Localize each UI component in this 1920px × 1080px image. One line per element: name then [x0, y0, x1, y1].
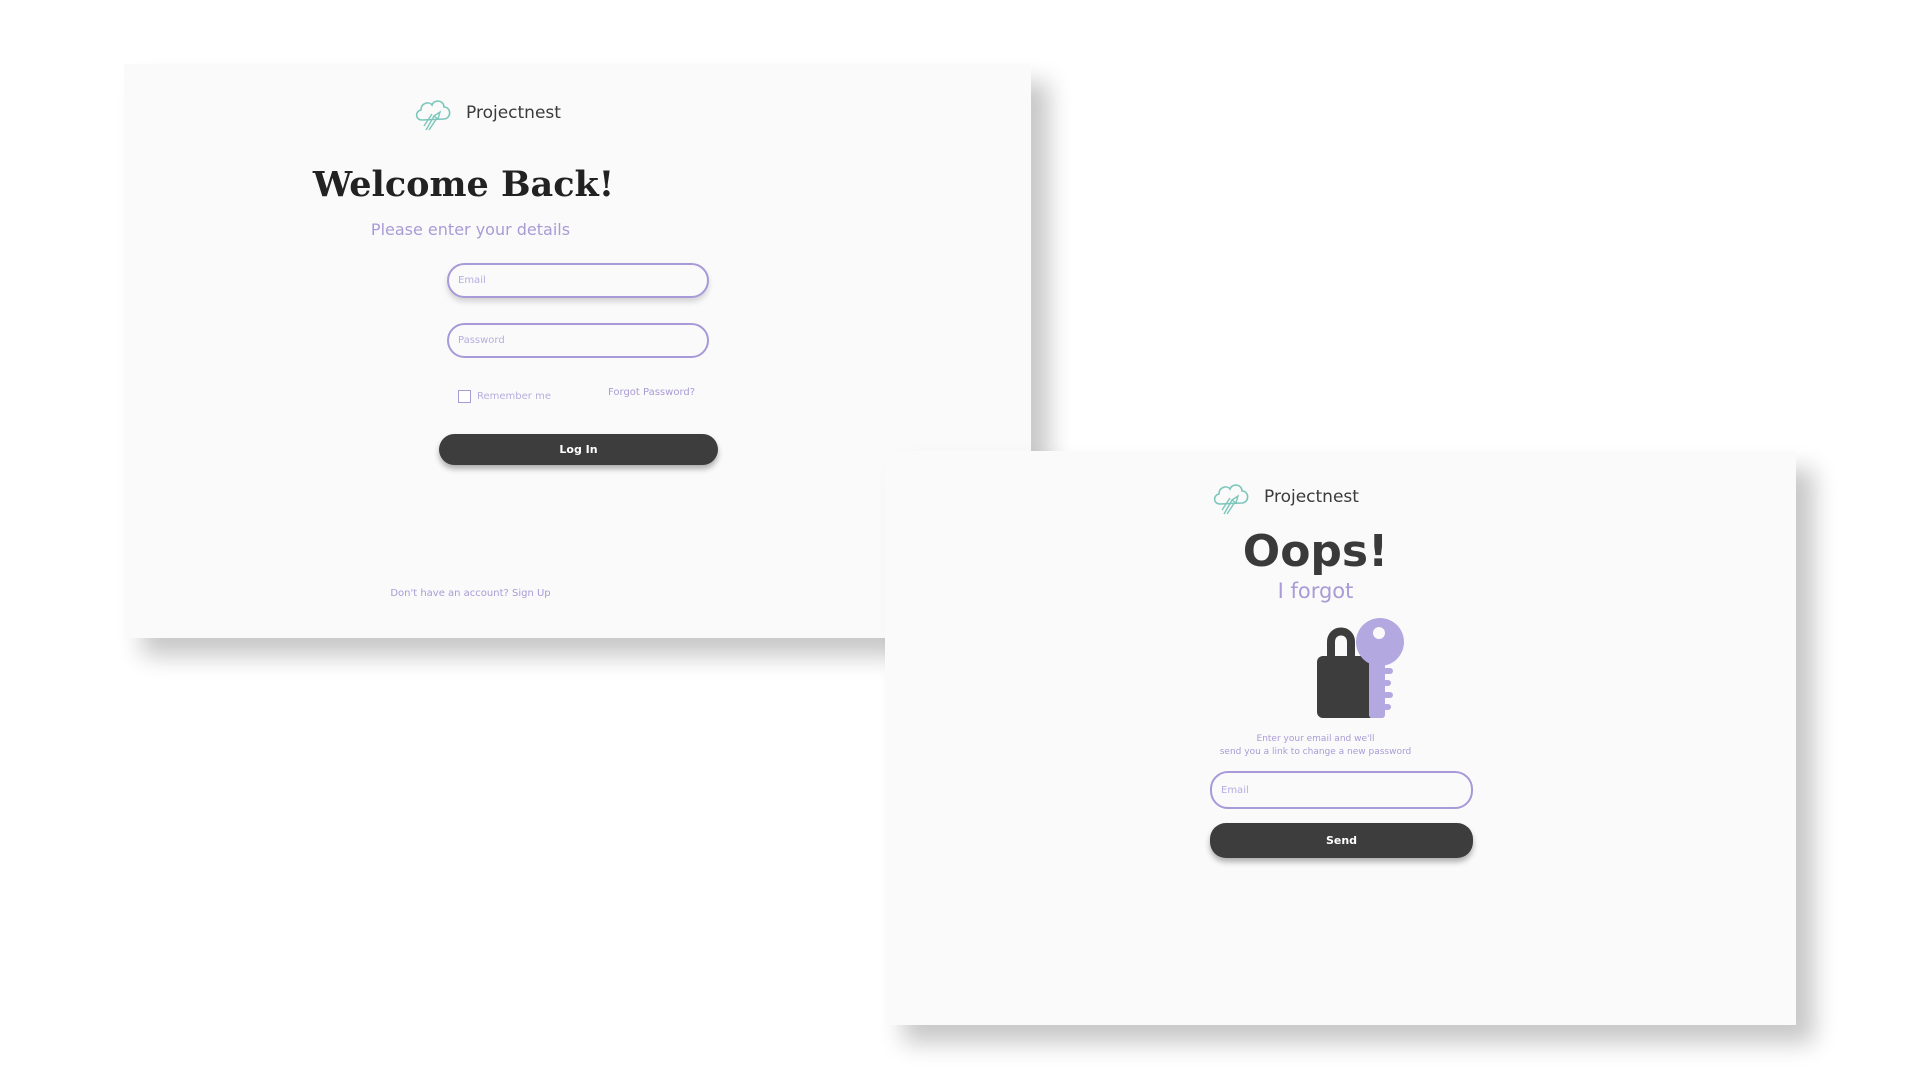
forgot-password-card: Projectnest Oops! I forgot Enter your em…: [885, 451, 1796, 1025]
email-placeholder: Email: [458, 275, 486, 286]
page-subtitle: I forgot: [1277, 579, 1354, 603]
email-field[interactable]: Email: [1210, 771, 1473, 809]
page-title: Oops!: [1242, 526, 1389, 577]
email-placeholder: Email: [1221, 784, 1249, 796]
remember-checkbox[interactable]: [458, 390, 471, 403]
remember-me[interactable]: Remember me: [458, 390, 551, 403]
brand: Projectnest: [1210, 476, 1359, 518]
brand: Projectnest: [412, 92, 561, 134]
login-button[interactable]: Log In: [439, 434, 718, 465]
instructions-line-2: send you a link to change a new password: [1219, 747, 1412, 757]
send-button[interactable]: Send: [1210, 823, 1473, 858]
forgot-password-link[interactable]: Forgot Password?: [608, 387, 695, 398]
brand-name: Projectnest: [1264, 487, 1359, 507]
cloud-rocket-icon: [1213, 484, 1249, 515]
signup-link[interactable]: Don't have an account? Sign Up: [124, 588, 817, 599]
instructions-line-1: Enter your email and we'll: [1256, 734, 1375, 744]
remember-label: Remember me: [477, 391, 551, 402]
password-placeholder: Password: [458, 335, 505, 346]
password-field[interactable]: Password: [447, 323, 709, 358]
page-title: Welcome Back!: [312, 164, 615, 205]
page-subtitle: Please enter your details: [370, 220, 571, 239]
email-field[interactable]: Email: [447, 263, 709, 298]
cloud-rocket-icon: [415, 100, 451, 131]
instructions-text: Enter your email and we'll send you a li…: [885, 733, 1746, 759]
brand-name: Projectnest: [466, 103, 561, 123]
padlock-key-icon: [1317, 618, 1404, 718]
